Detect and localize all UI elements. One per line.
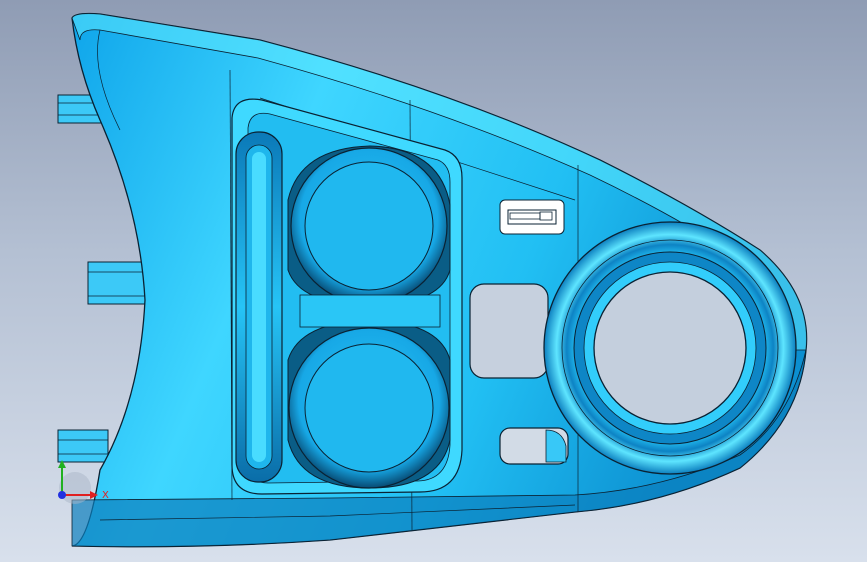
cup-holder-top[interactable] [287,145,451,306]
small-opening[interactable] [499,427,569,465]
storage-slot[interactable] [235,131,283,483]
mounting-tab-middle [87,261,147,305]
z-axis-dot [58,491,66,499]
graphics-viewport[interactable]: X [0,0,867,562]
shift-opening[interactable] [593,271,747,425]
square-opening[interactable] [469,283,549,379]
mounting-tab-bottom [57,429,109,463]
shift-boot-ring[interactable] [543,221,797,475]
x-axis-label: X [102,490,109,501]
switch-slot[interactable] [499,199,565,235]
cup-holder-bottom[interactable] [287,319,451,489]
